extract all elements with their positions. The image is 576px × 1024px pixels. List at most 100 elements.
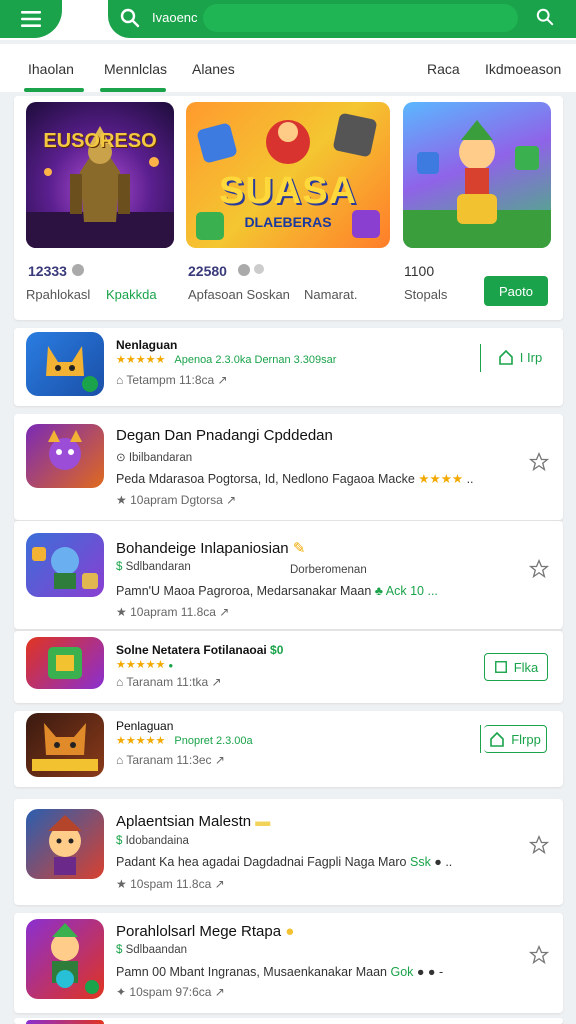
app-meta: ⌂ Taranam 11:tka ↗ — [116, 675, 222, 689]
search-bar[interactable]: Ivaoenc — [108, 0, 576, 38]
app-meta-text: Taranam 11:tka — [126, 675, 209, 689]
app-card-partial — [14, 1018, 563, 1024]
app-title-text: Aplaentsian Malestn — [116, 813, 252, 830]
app-card-6[interactable]: Aplaentsian Malestn ▬ $ Idobandaina Pada… — [14, 799, 563, 905]
art-subtitle-2: DLAEBERAS — [244, 214, 332, 230]
info-icon — [72, 264, 84, 276]
app-card-2[interactable]: Degan Dan Pnadangi Cpddedan ⊙ Ibilbandar… — [14, 414, 563, 520]
app-title: Bohandeige Inlapaniosian ✎ — [116, 540, 306, 557]
app-title: Nenlaguan — [116, 338, 178, 352]
fox-icon — [32, 723, 98, 771]
app-icon-5 — [26, 713, 104, 777]
search-icon — [120, 8, 140, 28]
app-meta: ⌂ Taranam 11:3ec ↗ — [116, 753, 225, 767]
featured-sub-1b: Kpakkda — [106, 287, 157, 302]
tab-bar: Ihaolan Mennlclas Alanes Raca Ikdmoeason — [0, 44, 576, 92]
app-subtitle: $ Sdlbandaran — [116, 561, 191, 573]
divider-line — [480, 725, 481, 753]
app-meta: ⌂ Tetampm 11:8ca ↗ — [116, 373, 228, 387]
rating-stars-value: ★★★★★ — [116, 354, 166, 366]
app-card-1[interactable]: Nenlaguan ★★★★★ Apenoa 2.3.0ka Dernan 3.… — [14, 328, 563, 406]
divider-line — [480, 344, 481, 372]
app-icon-4 — [26, 637, 104, 689]
app-title: Aplaentsian Malestn ▬ — [116, 813, 271, 830]
rating-stars: ★★★★★ ● — [116, 659, 174, 671]
app-meta: ★ 10apram Dgtorsa ↗ — [116, 493, 237, 507]
app-title: Solne Netatera Fotilanaoai $0 — [116, 643, 283, 657]
favorite-star-icon[interactable] — [529, 835, 549, 855]
menu-button[interactable] — [0, 0, 62, 38]
app-meta: ★ 10apram 11.8ca ↗ — [116, 605, 230, 619]
app-meta-text: Tetampm 11:8ca — [126, 373, 215, 387]
home-icon — [490, 731, 504, 747]
tab-3[interactable]: Raca — [427, 61, 460, 77]
app-description-text: Pamn'U Maoa Pagroroa, Medarsanakar Maan — [116, 584, 372, 598]
app-card-4[interactable]: Solne Netatera Fotilanaoai $0 ★★★★★ ● ⌂ … — [14, 631, 563, 703]
app-title: Degan Dan Pnadangi Cpddedan — [116, 427, 333, 444]
tab-1[interactable]: Mennlclas — [104, 61, 167, 77]
app-title-text: Solne Netatera Fotilanaoai — [116, 643, 267, 657]
app-meta-text: 10apram Dgtorsa — [130, 493, 223, 507]
app-card-7[interactable]: Porahlolsarl Mege Rtapa ● $ Sdlbaandan P… — [14, 913, 563, 1013]
search-field-highlight[interactable] — [203, 4, 518, 32]
tab-4[interactable]: Ikdmoeason — [485, 61, 561, 77]
app-description-tail: Gok — [390, 965, 414, 979]
app-description-tail: Ssk — [409, 855, 431, 869]
install-button[interactable]: Flrpp — [484, 725, 547, 753]
featured-sub-1: Rpahlokasl — [26, 287, 91, 302]
tab-1-indicator — [100, 88, 166, 92]
app-card-5[interactable]: Penlaguan ★★★★★ Pnopret 2.3.00a ⌂ Tarana… — [14, 711, 563, 787]
app-subtitle-text: Ibilbandaran — [128, 452, 193, 464]
warrior-icon — [48, 815, 82, 875]
knight-icon — [51, 923, 99, 994]
app-icon-partial — [26, 1020, 104, 1024]
rating-stars-value: ★★★★★ — [116, 659, 166, 671]
app-meta-text: 10spam 11.8ca — [130, 877, 212, 891]
favorite-star-icon[interactable] — [529, 945, 549, 965]
info-icon — [238, 264, 250, 276]
app-description-text: Pamn 00 Mbant Ingranas, Musaenkanakar Ma… — [116, 965, 387, 979]
favorite-star-icon[interactable] — [529, 452, 549, 472]
install-button[interactable]: Flka — [484, 653, 548, 681]
install-button-label: Flka — [513, 659, 539, 675]
app-meta: ★ 10spam 11.8ca ↗ — [116, 877, 225, 891]
app-subtitle-text: Idobandaina — [125, 835, 189, 847]
app-title: Porahlolsarl Mege Rtapa ● — [116, 923, 295, 940]
featured-count-1: 12333 — [28, 263, 67, 279]
app-description-text: Peda Mdarasoa Pogtorsa, Id, Nedlono Faga… — [116, 472, 415, 486]
featured-game-art-2[interactable]: SUASA DLAEBERAS — [186, 102, 390, 248]
character-icon — [48, 430, 82, 470]
app-icon-2 — [26, 424, 104, 488]
app-card-3[interactable]: Bohandeige Inlapaniosian ✎ $ Sdlbandaran… — [14, 521, 563, 629]
app-subtitle: ⊙ Ibilbandaran — [116, 452, 193, 464]
search-input[interactable]: Ivaoenc — [152, 10, 198, 25]
tab-0[interactable]: Ihaolan — [28, 61, 74, 77]
app-subtitle: $ Idobandaina — [116, 835, 189, 847]
featured-game-art-3[interactable] — [403, 102, 551, 248]
install-button[interactable]: I Irp — [490, 344, 550, 370]
tab-2[interactable]: Alanes — [192, 61, 235, 77]
warrior-art-icon — [26, 126, 174, 248]
app-meta-text: Taranam 11:3ec — [126, 753, 212, 767]
menu-icon — [21, 11, 41, 27]
app-subtitle: $ Sdlbaandan — [116, 944, 188, 956]
app-description: Peda Mdarasoa Pogtorsa, Id, Nedlono Faga… — [116, 472, 474, 486]
app-title: Penlaguan — [116, 719, 174, 733]
app-description-stars: ★★★★ — [418, 472, 464, 486]
app-icon-1 — [26, 332, 104, 396]
featured-sub-2: Apfasoan Soskan — [188, 287, 290, 302]
file-icon — [494, 661, 507, 673]
rating-stars: ★★★★★ Pnopret 2.3.00a — [116, 734, 253, 747]
featured-mid-caption: Namarat. — [304, 287, 358, 302]
play-button[interactable]: Paoto — [484, 276, 548, 306]
app-icon-7 — [26, 919, 104, 999]
app-meta: ✦ 10spam 97:6ca ↗ — [116, 985, 225, 999]
app-meta-text: 10spam 97:6ca — [129, 985, 212, 999]
tab-0-indicator — [24, 88, 84, 92]
favorite-star-icon[interactable] — [529, 559, 549, 579]
app-subtitle-2: Dorberomenan — [290, 564, 367, 576]
featured-game-art-1[interactable]: EUSORESO — [26, 102, 174, 248]
search-icon[interactable] — [536, 8, 554, 26]
featured-count-2: 22580 — [188, 263, 227, 279]
featured-count-3: 1100 — [404, 263, 435, 279]
